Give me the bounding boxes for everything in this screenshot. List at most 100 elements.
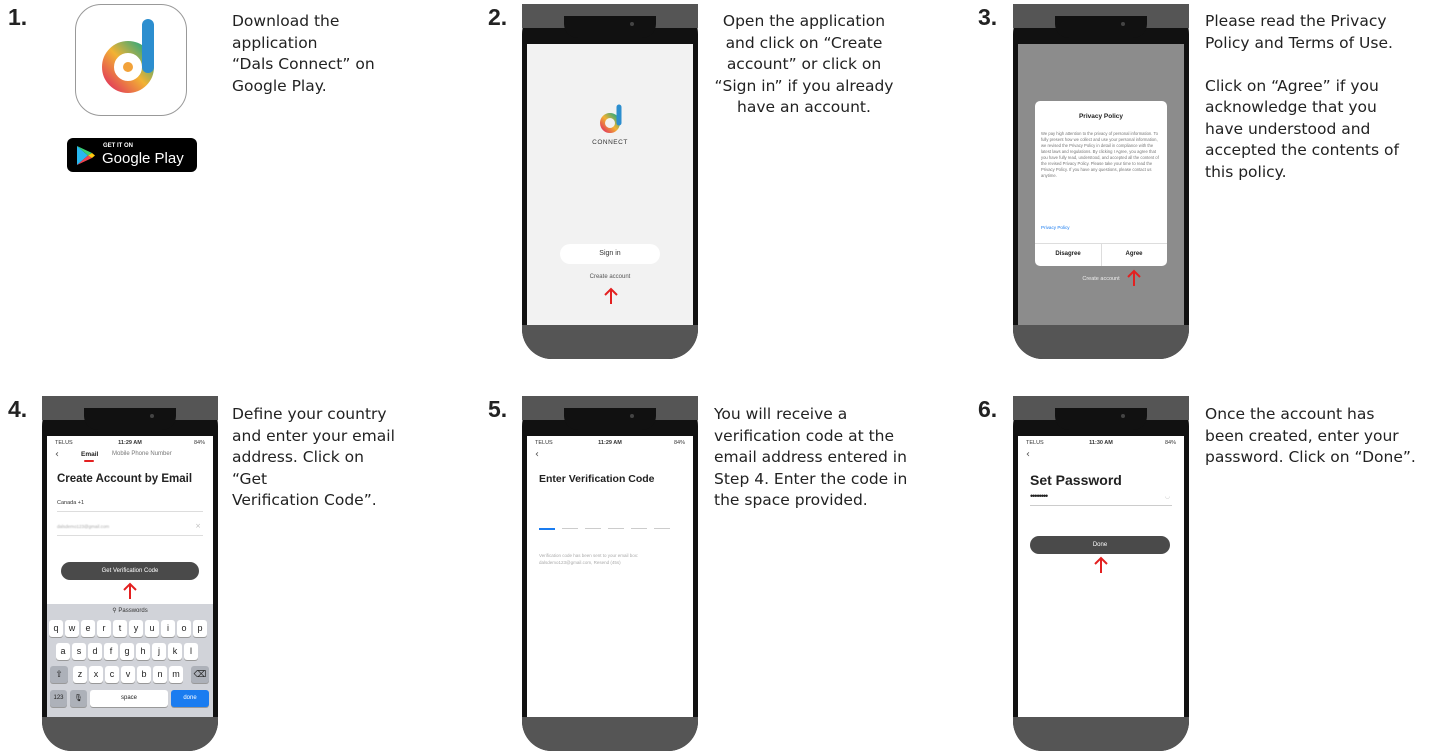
back-chevron-icon[interactable]: ‹ <box>55 449 59 460</box>
clear-icon[interactable]: × <box>195 522 201 530</box>
page-title: Enter Verification Code <box>539 473 655 485</box>
battery-label: 84% <box>1164 440 1176 446</box>
clock-label: 11:30 AM <box>1089 440 1113 446</box>
clock-label: 11:29 AM <box>598 440 622 446</box>
step-5-description: You will receive a verification code at … <box>714 405 908 509</box>
password-field[interactable]: •••••••• <box>1030 491 1048 501</box>
key-h[interactable]: h <box>136 643 150 660</box>
step-4-number: 4. <box>8 396 28 422</box>
key-q[interactable]: q <box>49 620 63 637</box>
google-play-small-text: GET IT ON <box>103 143 133 149</box>
key-f[interactable]: f <box>104 643 118 660</box>
shift-key[interactable]: ⇧ <box>50 666 68 683</box>
done-button[interactable]: Done <box>1030 536 1170 554</box>
key-y[interactable]: y <box>129 620 143 637</box>
step-6-number: 6. <box>978 396 998 422</box>
key-e[interactable]: e <box>81 620 95 637</box>
key-k[interactable]: k <box>168 643 182 660</box>
key-x[interactable]: x <box>89 666 103 683</box>
code-slot <box>539 528 555 530</box>
create-account-link[interactable]: Create account <box>527 274 693 280</box>
step-2-description: Open the application and click on “Creat… <box>714 12 894 116</box>
key-a[interactable]: a <box>56 643 70 660</box>
backspace-key[interactable]: ⌫ <box>191 666 209 683</box>
key-n[interactable]: n <box>153 666 167 683</box>
space-key[interactable]: space <box>90 690 168 707</box>
tab-email-indicator <box>84 460 94 462</box>
key-m[interactable]: m <box>169 666 183 683</box>
google-play-triangle-icon <box>77 146 95 165</box>
red-arrow-up-icon <box>123 582 137 599</box>
privacy-dialog-body: We pay high attention to the privacy of … <box>1041 131 1159 178</box>
country-selector[interactable]: Canada +1 <box>57 500 84 506</box>
key-p[interactable]: p <box>193 620 207 637</box>
clock-label: 11:29 AM <box>118 440 142 446</box>
microphone-key[interactable]: 🎙 <box>70 690 87 707</box>
create-account-link-dimmed: Create account <box>1082 276 1120 282</box>
done-key[interactable]: done <box>171 690 209 707</box>
connect-wordmark: CONNECT <box>592 139 628 146</box>
battery-label: 84% <box>673 440 685 446</box>
key-u[interactable]: u <box>145 620 159 637</box>
privacy-policy-dialog: Privacy Policy We pay high attention to … <box>1035 101 1167 266</box>
key-icon: ⚲ <box>112 608 117 614</box>
verification-sent-note: Verification code has been sent to your … <box>539 553 639 558</box>
key-i[interactable]: i <box>161 620 175 637</box>
dals-d-logo-icon <box>102 19 154 93</box>
phone-step-4: TELUS 11:29 AM 84% ‹ Email Mobile Phone … <box>42 396 218 751</box>
numbers-key[interactable]: 123 <box>50 690 67 707</box>
code-slot <box>608 528 624 529</box>
key-c[interactable]: c <box>105 666 119 683</box>
key-b[interactable]: b <box>137 666 151 683</box>
email-field[interactable]: dalsdemo123@gmail.com <box>57 524 109 529</box>
passwords-suggestion[interactable]: Passwords <box>118 608 147 614</box>
code-slot <box>585 528 601 529</box>
page-title: Set Password <box>1030 472 1122 488</box>
key-v[interactable]: v <box>121 666 135 683</box>
privacy-policy-link[interactable]: Privacy Policy <box>1041 225 1070 230</box>
step-1-number: 1. <box>8 4 28 30</box>
red-arrow-up-icon <box>1127 269 1141 286</box>
tab-mobile-phone[interactable]: Mobile Phone Number <box>112 451 172 457</box>
step-2-number: 2. <box>488 4 508 30</box>
code-slot <box>562 528 578 529</box>
dals-connect-app-icon <box>75 4 187 116</box>
key-r[interactable]: r <box>97 620 111 637</box>
tab-email[interactable]: Email <box>81 451 98 458</box>
key-z[interactable]: z <box>73 666 87 683</box>
back-chevron-icon[interactable]: ‹ <box>535 449 539 460</box>
privacy-dialog-title: Privacy Policy <box>1078 113 1124 120</box>
key-d[interactable]: d <box>88 643 102 660</box>
code-slot <box>631 528 647 529</box>
step-1-description: Download the application “Dals Connect” … <box>232 12 375 95</box>
key-l[interactable]: l <box>184 643 198 660</box>
disagree-button[interactable]: Disagree <box>1035 251 1101 257</box>
resend-note[interactable]: dalsdemo123@gmail.com, Resend (45s) <box>539 560 689 565</box>
key-w[interactable]: w <box>65 620 79 637</box>
done-label: Done <box>1092 542 1108 548</box>
google-play-big-text: Google Play <box>102 150 184 167</box>
sign-in-button[interactable]: Sign in <box>560 244 660 264</box>
step-3-number: 3. <box>978 4 998 30</box>
back-chevron-icon[interactable]: ‹ <box>1026 449 1030 460</box>
phone-step-3: Privacy Policy We pay high attention to … <box>1013 4 1189 359</box>
step-4-description: Define your country and enter your email… <box>232 405 395 509</box>
verification-code-input[interactable] <box>539 528 675 532</box>
sign-in-label: Sign in <box>599 250 621 257</box>
phone-step-2: CONNECT Sign in Create account <box>522 4 698 359</box>
key-s[interactable]: s <box>72 643 86 660</box>
eye-icon[interactable]: ◡ <box>1165 493 1170 500</box>
phone-step-6: TELUS 11:30 AM 84% ‹ Set Password ••••••… <box>1013 396 1189 751</box>
key-g[interactable]: g <box>120 643 134 660</box>
google-play-badge[interactable]: GET IT ON Google Play <box>67 138 197 172</box>
key-j[interactable]: j <box>152 643 166 660</box>
key-t[interactable]: t <box>113 620 127 637</box>
key-o[interactable]: o <box>177 620 191 637</box>
get-verification-code-label: Get Verification Code <box>101 568 159 574</box>
red-arrow-up-icon <box>604 287 618 304</box>
agree-button[interactable]: Agree <box>1101 251 1167 257</box>
dals-logo-icon <box>600 104 622 133</box>
get-verification-code-button[interactable]: Get Verification Code <box>61 562 199 580</box>
page-title: Create Account by Email <box>57 473 193 485</box>
phone-step-5: TELUS 11:29 AM 84% ‹ Enter Verification … <box>522 396 698 751</box>
